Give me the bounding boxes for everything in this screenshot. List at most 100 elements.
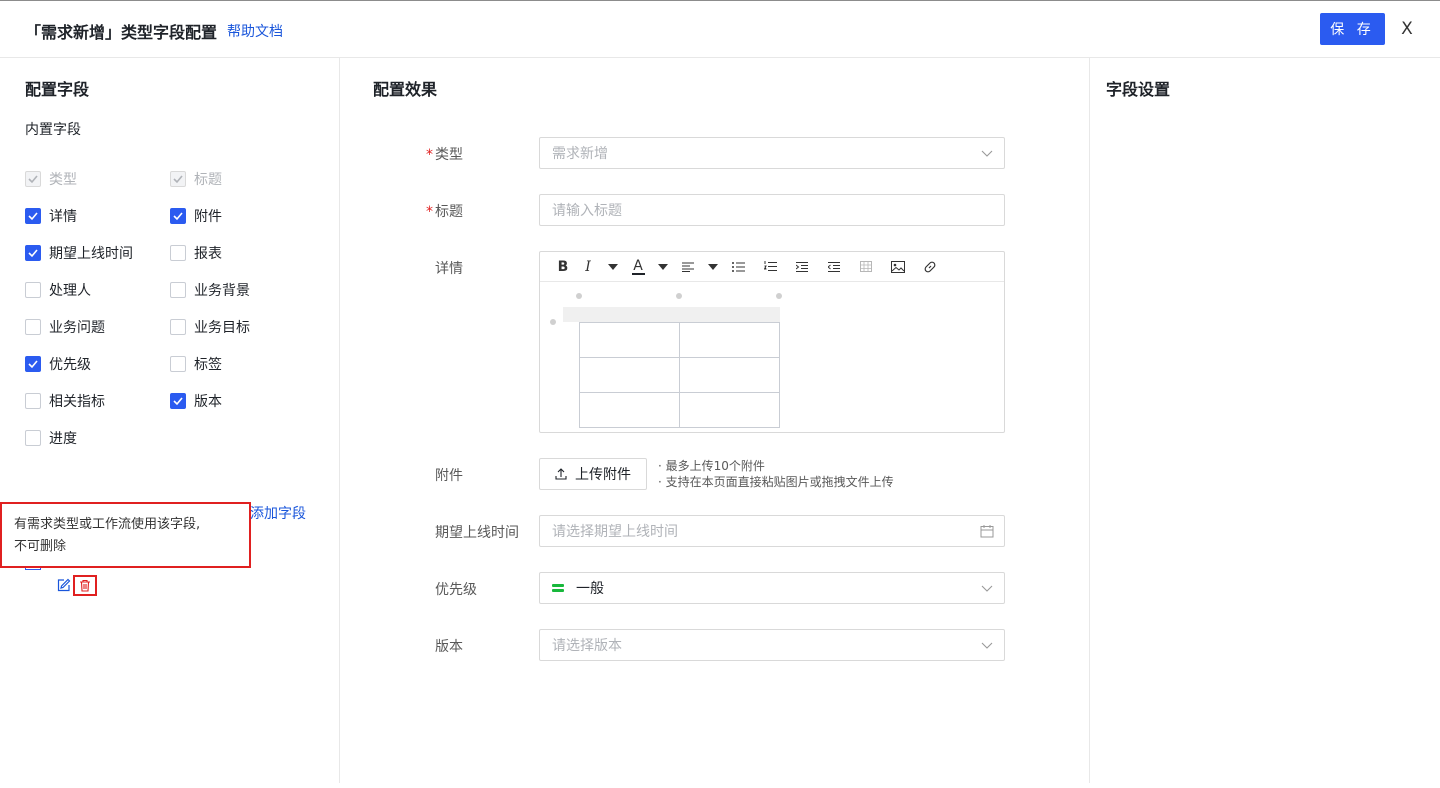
checkbox-empty-icon <box>25 430 41 446</box>
config-preview-title: 配置效果 <box>373 80 438 99</box>
rich-text-editor[interactable]: B I A <box>539 251 1005 433</box>
field-checkbox[interactable]: 优先级 <box>25 354 91 374</box>
field-checkbox[interactable]: 业务目标 <box>170 317 250 337</box>
title-input[interactable]: 请输入标题 <box>539 194 1005 226</box>
field-checkbox-label: 期望上线时间 <box>49 246 133 262</box>
priority-normal-icon <box>552 584 564 592</box>
image-icon[interactable] <box>882 252 914 282</box>
table-column-handle[interactable] <box>776 293 782 299</box>
field-checkbox[interactable]: 业务问题 <box>25 317 105 337</box>
table-column-handle[interactable] <box>676 293 682 299</box>
font-color-button[interactable]: A <box>622 252 654 282</box>
help-doc-link[interactable]: 帮助文档 <box>227 21 283 41</box>
field-checkbox-label: 处理人 <box>49 283 91 299</box>
required-mark: * <box>426 147 433 163</box>
table-cell[interactable] <box>679 392 780 428</box>
tooltip-line-1: 有需求类型或工作流使用该字段, <box>14 517 201 532</box>
checkbox-checked-icon <box>170 208 186 224</box>
table-row <box>579 357 780 393</box>
checkbox-empty-icon <box>170 245 186 261</box>
upload-hint-paste: · 支持在本页面直接粘贴图片或拖拽文件上传 <box>658 475 894 489</box>
field-checkbox[interactable]: 报表 <box>170 243 222 263</box>
cannot-delete-tooltip: 有需求类型或工作流使用该字段, 不可删除 <box>0 502 251 568</box>
header: 「需求新增」类型字段配置 帮助文档 保 存 X <box>0 1 1440 58</box>
chevron-down-icon <box>981 642 993 649</box>
field-checkbox-label: 标签 <box>194 357 222 373</box>
table-cell[interactable] <box>679 357 780 393</box>
align-dropdown-icon[interactable] <box>704 252 722 282</box>
checkbox-empty-icon <box>170 282 186 298</box>
editor-table[interactable] <box>579 322 780 428</box>
field-checkbox-label: 业务问题 <box>49 320 105 336</box>
outdent-icon[interactable] <box>818 252 850 282</box>
attachment-label: 附件 <box>435 468 463 484</box>
title-label: * 标题 <box>426 201 463 221</box>
font-color-dropdown-icon[interactable] <box>654 252 672 282</box>
indent-icon[interactable] <box>786 252 818 282</box>
italic-button[interactable]: I <box>572 252 604 282</box>
upload-icon <box>555 468 567 480</box>
bold-button[interactable]: B <box>554 252 572 282</box>
version-select-placeholder: 请选择版本 <box>552 638 622 654</box>
chevron-down-icon <box>981 150 993 157</box>
type-select-value: 需求新增 <box>552 146 608 162</box>
link-icon[interactable] <box>914 252 946 282</box>
config-preview-panel: 配置效果 * 类型 需求新增 * 标题 请输入标题 详情 B I A 附件 上传… <box>340 58 1090 783</box>
field-checkbox-label: 业务背景 <box>194 283 250 299</box>
editor-content[interactable] <box>540 282 1004 432</box>
italic-dropdown-icon[interactable] <box>604 252 622 282</box>
table-cell[interactable] <box>679 322 780 358</box>
table-cell[interactable] <box>579 392 680 428</box>
chevron-down-icon <box>981 585 993 592</box>
field-checkbox[interactable]: 业务背景 <box>170 280 250 300</box>
launch-time-picker[interactable]: 请选择期望上线时间 <box>539 515 1005 547</box>
checkbox-checked-icon <box>25 245 41 261</box>
table-cell[interactable] <box>579 357 680 393</box>
ordered-list-icon[interactable] <box>754 252 786 282</box>
field-checkbox-label: 类型 <box>49 172 77 188</box>
version-label: 版本 <box>435 639 463 655</box>
field-checkbox[interactable]: 标签 <box>170 354 222 374</box>
title-input-placeholder: 请输入标题 <box>552 203 622 219</box>
field-checkbox[interactable]: 附件 <box>170 206 222 226</box>
field-checkbox[interactable]: 进度 <box>25 428 77 448</box>
field-checkbox: 类型 <box>25 169 77 189</box>
page-title: 「需求新增」类型字段配置 <box>25 23 218 42</box>
priority-select[interactable]: 一般 <box>539 572 1005 604</box>
font-color-bar <box>631 272 645 275</box>
field-checkbox-label: 版本 <box>194 394 222 410</box>
upload-attachment-button[interactable]: 上传附件 <box>539 458 647 490</box>
delete-icon[interactable] <box>73 575 97 596</box>
edit-icon[interactable] <box>57 578 71 592</box>
add-field-link[interactable]: 添加字段 <box>250 503 306 523</box>
priority-label: 优先级 <box>435 582 477 598</box>
field-checkbox[interactable]: 期望上线时间 <box>25 243 133 263</box>
field-checkbox: 标题 <box>170 169 222 189</box>
field-checkbox[interactable]: 相关指标 <box>25 391 105 411</box>
field-checkbox-label: 业务目标 <box>194 320 250 336</box>
table-header-bar[interactable] <box>563 307 780 322</box>
align-icon[interactable] <box>672 252 704 282</box>
tooltip-line-2: 不可删除 <box>14 539 67 554</box>
version-select[interactable]: 请选择版本 <box>539 629 1005 661</box>
type-select[interactable]: 需求新增 <box>539 137 1005 169</box>
close-icon[interactable]: X <box>1398 19 1416 39</box>
field-checkbox[interactable]: 处理人 <box>25 280 91 300</box>
table-cell[interactable] <box>579 322 680 358</box>
field-checkbox[interactable]: 版本 <box>170 391 222 411</box>
table-column-handle[interactable] <box>576 293 582 299</box>
field-checkbox[interactable]: 详情 <box>25 206 77 226</box>
editor-toolbar: B I A <box>540 252 1004 282</box>
table-icon[interactable] <box>850 252 882 282</box>
launch-time-placeholder: 请选择期望上线时间 <box>552 524 678 540</box>
checkbox-checked-icon <box>170 171 186 187</box>
checkbox-checked-icon <box>170 393 186 409</box>
save-button[interactable]: 保 存 <box>1320 13 1385 45</box>
table-row-handle[interactable] <box>550 319 556 325</box>
font-color-letter: A <box>633 257 643 274</box>
checkbox-checked-icon <box>25 356 41 372</box>
type-label-text: 类型 <box>435 147 463 163</box>
checkbox-checked-icon <box>25 171 41 187</box>
bullet-list-icon[interactable] <box>722 252 754 282</box>
launch-time-label: 期望上线时间 <box>435 525 519 541</box>
